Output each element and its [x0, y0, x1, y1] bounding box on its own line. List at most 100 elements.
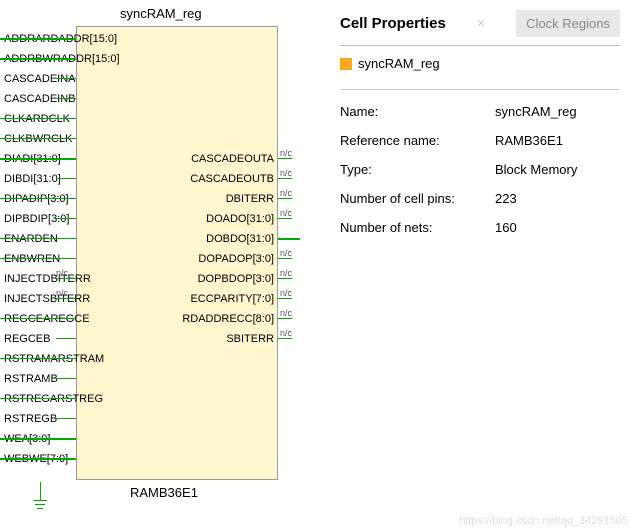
prop-row: Name:syncRAM_reg [340, 104, 620, 119]
watermark: https://blog.csdn.net/qq_34291505 [459, 515, 628, 527]
wire-stub [56, 298, 76, 299]
prop-row: Type:Block Memory [340, 162, 620, 177]
port-right[interactable]: CASCADEOUTB [190, 174, 274, 185]
nc-label: n/c [280, 168, 292, 178]
cell-footer: RAMB36E1 [130, 485, 198, 500]
cell-tag-label: syncRAM_reg [358, 56, 440, 71]
prop-value: Block Memory [495, 162, 577, 177]
ground-icon [40, 482, 41, 500]
wire-in [0, 158, 76, 160]
nc-label: n/c [280, 208, 292, 218]
wire-stub [278, 258, 292, 259]
port-left[interactable]: RSTREGB [4, 414, 57, 425]
swatch-icon [340, 58, 352, 70]
prop-row: Number of nets:160 [340, 220, 620, 235]
wire-stub [56, 178, 76, 179]
wire-in [0, 458, 76, 460]
wire-stub [56, 98, 76, 99]
wire-in [0, 258, 76, 259]
prop-label: Number of nets: [340, 220, 495, 235]
prop-label: Reference name: [340, 133, 495, 148]
wire-in [0, 198, 76, 199]
port-right[interactable]: DOBDO[31:0] [206, 234, 274, 245]
wire-stub [56, 218, 76, 219]
port-right[interactable]: SBITERR [226, 334, 274, 345]
tab-clock-regions[interactable]: Clock Regions [516, 10, 620, 37]
wire-stub [278, 298, 292, 299]
ground-bar [33, 500, 47, 501]
port-left[interactable]: REGCEAREGCE [4, 314, 90, 325]
nc-label: n/c [280, 328, 292, 338]
prop-value: 223 [495, 191, 517, 206]
prop-row: Reference name:RAMB36E1 [340, 133, 620, 148]
port-left[interactable]: CLKBWRCLK [4, 134, 72, 145]
prop-row: Number of cell pins:223 [340, 191, 620, 206]
port-left[interactable]: DIPADIP[3:0] [4, 194, 69, 205]
port-left[interactable]: CLKARDCLK [4, 114, 70, 125]
prop-value: RAMB36E1 [495, 133, 563, 148]
prop-label: Number of cell pins: [340, 191, 495, 206]
port-left[interactable]: INJECTDBITERR [4, 274, 91, 285]
wire-out [278, 238, 300, 240]
port-left[interactable]: RSTRAMARSTRAM [4, 354, 104, 365]
nc-label: n/c [280, 268, 292, 278]
props-title: Cell Properties [340, 15, 446, 32]
ground-bar [35, 504, 45, 505]
wire-stub [278, 158, 292, 159]
prop-value: syncRAM_reg [495, 104, 577, 119]
wire-stub [56, 418, 76, 419]
wire-stub [56, 78, 76, 79]
wire-in [0, 58, 76, 60]
properties-panel: Cell Properties × Clock Regions syncRAM_… [340, 10, 620, 249]
wire-stub [56, 338, 76, 339]
nc-label: n/c [280, 308, 292, 318]
wire-stub [278, 218, 292, 219]
port-left[interactable]: INJECTSBITERR [4, 294, 90, 305]
port-right[interactable]: DOPBDOP[3:0] [198, 274, 274, 285]
wire-in [0, 238, 76, 239]
port-left[interactable]: CASCADEINA [4, 74, 76, 85]
prop-label: Type: [340, 162, 495, 177]
wire-in [0, 358, 76, 359]
nc-label: n/c [280, 188, 292, 198]
port-left[interactable]: RSTREGARSTREG [4, 394, 103, 405]
port-right[interactable]: DOADO[31:0] [206, 214, 274, 225]
wire-in [0, 318, 76, 319]
wire-stub [278, 198, 292, 199]
cell-tag[interactable]: syncRAM_reg [340, 56, 620, 71]
separator [340, 89, 620, 90]
prop-value: 160 [495, 220, 517, 235]
wire-stub [56, 278, 76, 279]
wire-stub [278, 338, 292, 339]
port-left[interactable]: ENARDEN [4, 234, 58, 245]
wire-in [0, 38, 76, 40]
port-left[interactable]: REGCEB [4, 334, 50, 345]
nc-label: n/c [56, 288, 68, 298]
port-right[interactable]: ECCPARITY[7:0] [190, 294, 274, 305]
nc-label: n/c [56, 268, 68, 278]
cell-title: syncRAM_reg [120, 6, 202, 21]
ground-bar [37, 508, 43, 509]
port-left[interactable]: DIBDI[31:0] [4, 174, 61, 185]
port-left[interactable]: ENBWREN [4, 254, 60, 265]
props-header: Cell Properties × Clock Regions [340, 10, 620, 46]
wire-stub [278, 178, 292, 179]
port-right[interactable]: DOPADOP[3:0] [198, 254, 274, 265]
wire-in [0, 118, 76, 119]
wire-stub [278, 278, 292, 279]
port-left[interactable]: RSTRAMB [4, 374, 58, 385]
port-right[interactable]: CASCADEOUTA [191, 154, 274, 165]
wire-stub [56, 378, 76, 379]
port-left[interactable]: DIPBDIP[3:0] [4, 214, 69, 225]
wire-stub [278, 318, 292, 319]
nc-label: n/c [280, 148, 292, 158]
port-right[interactable]: RDADDRECC[8:0] [182, 314, 274, 325]
nc-label: n/c [280, 248, 292, 258]
prop-label: Name: [340, 104, 495, 119]
nc-label: n/c [280, 288, 292, 298]
port-right[interactable]: DBITERR [226, 194, 274, 205]
port-left[interactable]: CASCADEINB [4, 94, 76, 105]
wire-in [0, 398, 76, 399]
schematic-canvas: syncRAM_reg RAMB36E1 ADDRARDADDR[15:0]AD… [0, 0, 300, 531]
close-icon[interactable]: × [477, 15, 486, 32]
